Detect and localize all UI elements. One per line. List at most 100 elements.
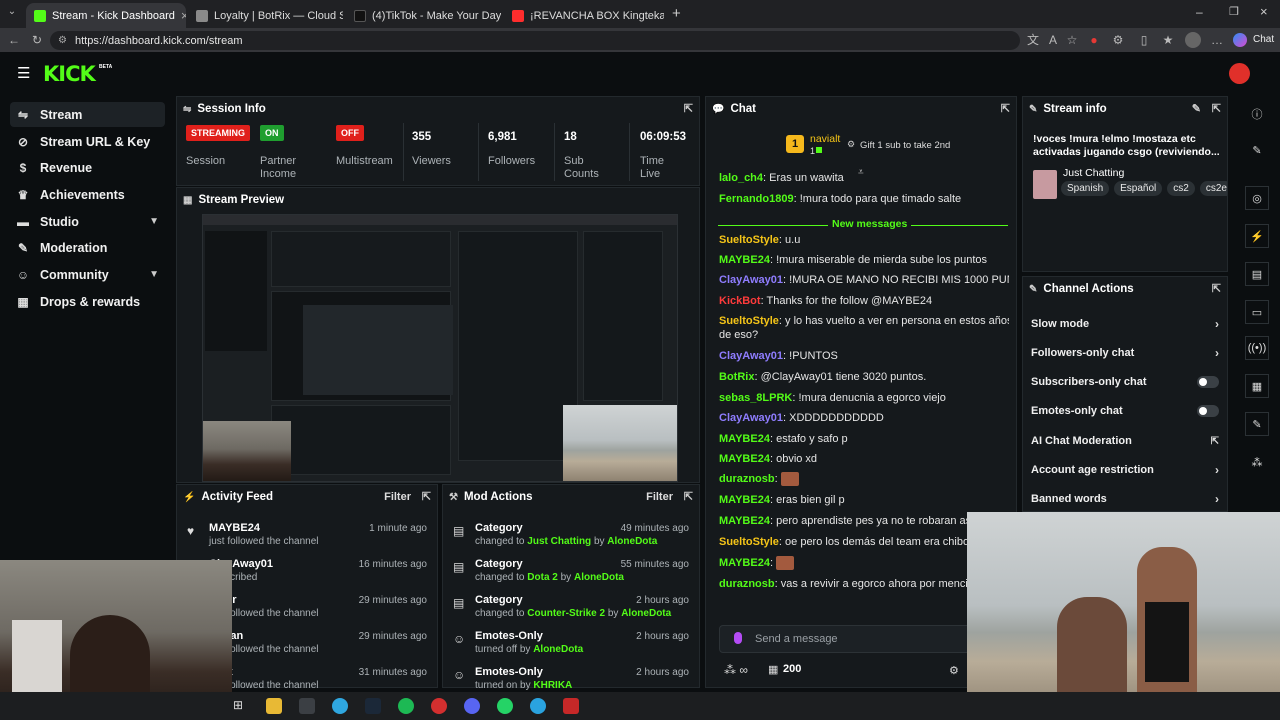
chat-username[interactable]: SueltoStyle — [719, 234, 779, 246]
more-menu-icon[interactable]: … — [1209, 32, 1225, 48]
maximize-icon[interactable]: ❐ — [1229, 5, 1239, 18]
browser-tab-kick[interactable]: Stream - Kick Dashboard × — [26, 3, 186, 28]
info-icon[interactable]: ⓘ — [1245, 102, 1269, 126]
mod-user[interactable]: AloneDota — [621, 608, 671, 619]
read-aloud-icon[interactable]: A — [1045, 32, 1061, 48]
close-tab-icon[interactable]: × — [181, 8, 186, 23]
chat-emote-icon[interactable] — [776, 556, 795, 571]
chat-username[interactable]: BotRix — [719, 371, 754, 383]
tag-chip[interactable]: Español — [1114, 181, 1163, 196]
chat-username[interactable]: MAYBE24 — [719, 557, 770, 569]
sidebar-item-studio[interactable]: ▬ Studio ▼ — [10, 209, 165, 234]
action-banned-words[interactable]: Banned words › — [1031, 488, 1219, 510]
kick-logo[interactable]: KICK — [43, 62, 96, 86]
broadcast-icon[interactable]: ((•)) — [1245, 336, 1269, 360]
back-icon[interactable]: ← — [6, 32, 22, 48]
popout-icon[interactable]: ⇱ — [1001, 102, 1010, 115]
user-avatar[interactable] — [1229, 63, 1250, 84]
activity-filter-button[interactable]: Filter — [384, 491, 411, 503]
mod-user[interactable]: AloneDota — [574, 572, 624, 583]
chat-username[interactable]: MAYBE24 — [719, 254, 770, 266]
studio-icon[interactable]: ▦ — [1245, 374, 1269, 398]
extension-red-icon[interactable]: ● — [1086, 32, 1102, 48]
edit-icon[interactable]: ✎ — [1245, 138, 1269, 162]
mod-user[interactable]: AloneDota — [533, 644, 583, 655]
chat-username[interactable]: MAYBE24 — [719, 515, 770, 527]
chat-username[interactable]: ClayAway01 — [719, 274, 783, 286]
tag-chip[interactable]: cs2e — [1199, 181, 1227, 196]
task-view-icon[interactable]: ⊞ — [233, 698, 249, 714]
translate-icon[interactable]: 文 — [1025, 32, 1041, 48]
lightning-icon[interactable]: ⚡ — [1245, 224, 1269, 248]
stream-video[interactable] — [202, 214, 678, 482]
leaderboard-user[interactable]: navialt — [810, 133, 840, 145]
steam-icon[interactable] — [365, 698, 381, 714]
popout-icon[interactable]: ⇱ — [684, 102, 693, 115]
sidebar-item-moderation[interactable]: ✎ Moderation — [10, 235, 165, 260]
chat-username[interactable]: duraznosb — [719, 578, 775, 590]
document-icon[interactable]: ▤ — [1245, 262, 1269, 286]
edge-icon[interactable] — [332, 698, 348, 714]
minimize-icon[interactable]: – — [1196, 5, 1203, 19]
channel-points-icon[interactable]: ⁂ ∞ — [724, 663, 748, 677]
extensions-icon[interactable]: ⚙ — [1110, 32, 1126, 48]
browser-tab-botrix[interactable]: Loyalty | BotRix — Cloud Streamin × — [188, 3, 343, 28]
gift-sub-prompt[interactable]: Gift 1 sub to take 2nd — [860, 140, 950, 151]
camera-icon[interactable]: ◎ — [1245, 186, 1269, 210]
points-balance[interactable]: 200 — [783, 663, 801, 675]
chat-username[interactable]: SueltoStyle — [719, 315, 779, 327]
add-widget-icon[interactable]: ⁂ — [1245, 450, 1269, 474]
chat-username[interactable]: duraznosb — [719, 473, 775, 485]
edit-icon[interactable]: ✎ — [1192, 102, 1201, 115]
reload-icon[interactable]: ↻ — [29, 32, 45, 48]
sidebar-item-achievements[interactable]: ♛ Achievements — [10, 182, 165, 207]
chat-username[interactable]: MAYBE24 — [719, 494, 770, 506]
chat-username[interactable]: lalo_ch4 — [719, 172, 763, 184]
recorder-icon[interactable] — [431, 698, 447, 714]
sidebar-item-stream[interactable]: ⇋ Stream — [10, 102, 165, 127]
chat-input[interactable]: Send a message — [719, 625, 1009, 653]
spotify-icon[interactable] — [398, 698, 414, 714]
split-screen-icon[interactable]: ▯ — [1136, 32, 1152, 48]
close-window-icon[interactable]: × — [1260, 4, 1268, 19]
chat-username[interactable]: MAYBE24 — [719, 453, 770, 465]
mod-filter-button[interactable]: Filter — [646, 491, 673, 503]
sidebar-item-community[interactable]: ☺ Community ▼ — [10, 262, 165, 287]
chat-username[interactable]: ClayAway01 — [719, 412, 783, 424]
action-ai-chat-moderation[interactable]: AI Chat Moderation ⇱ — [1031, 430, 1219, 452]
popout-icon[interactable]: ⇱ — [684, 490, 693, 503]
chat-username[interactable]: SueltoStyle — [719, 536, 779, 548]
whatsapp-icon[interactable] — [497, 698, 513, 714]
action-followers-only-chat[interactable]: Followers-only chat › — [1031, 342, 1219, 364]
copilot-label[interactable]: Chat — [1253, 34, 1274, 45]
game-app-icon[interactable] — [563, 698, 579, 714]
sidebar-item-revenue[interactable]: $ Revenue — [10, 155, 165, 180]
subscribers-only-toggle[interactable] — [1197, 376, 1219, 388]
profile-avatar[interactable] — [1185, 32, 1201, 48]
stream-category[interactable]: Just Chatting — [1063, 167, 1124, 179]
discord-icon[interactable] — [464, 698, 480, 714]
popout-icon[interactable]: ⇱ — [422, 490, 431, 503]
new-tab-icon[interactable]: + — [672, 5, 681, 22]
browser-tab-tiktok[interactable]: (4)TikTok - Make Your Day × — [346, 3, 501, 28]
chat-username[interactable]: sebas_8LPRK — [719, 392, 792, 404]
chat-username[interactable]: KickBot — [719, 295, 761, 307]
action-slow-mode[interactable]: Slow mode › — [1031, 313, 1219, 335]
tag-chip[interactable]: Spanish — [1061, 181, 1110, 196]
sidebar-item-drops-rewards[interactable]: ▦ Drops & rewards — [10, 289, 165, 314]
chat-emote-icon[interactable] — [780, 472, 799, 487]
action-account-age-restriction[interactable]: Account age restriction › — [1031, 459, 1219, 481]
store-icon[interactable] — [299, 698, 315, 714]
chat-username[interactable]: MAYBE24 — [719, 433, 770, 445]
chat-username[interactable]: Fernando1809 — [719, 193, 794, 205]
favorite-icon[interactable]: ☆ — [1064, 32, 1080, 48]
popout-icon[interactable]: ⇱ — [1212, 102, 1221, 115]
tag-chip[interactable]: cs2 — [1167, 181, 1195, 196]
file-explorer-icon[interactable] — [266, 698, 282, 714]
chat-username[interactable]: ClayAway01 — [719, 350, 783, 362]
telegram-icon[interactable] — [530, 698, 546, 714]
tab-list-icon[interactable]: ⌄ — [4, 6, 20, 22]
new-messages-divider[interactable]: New messages — [718, 218, 1008, 232]
browser-tab-youtube[interactable]: ¡REVANCHA BOX Kingteka vs S × — [504, 3, 664, 28]
mod-user[interactable]: KHRIKA — [533, 680, 572, 691]
